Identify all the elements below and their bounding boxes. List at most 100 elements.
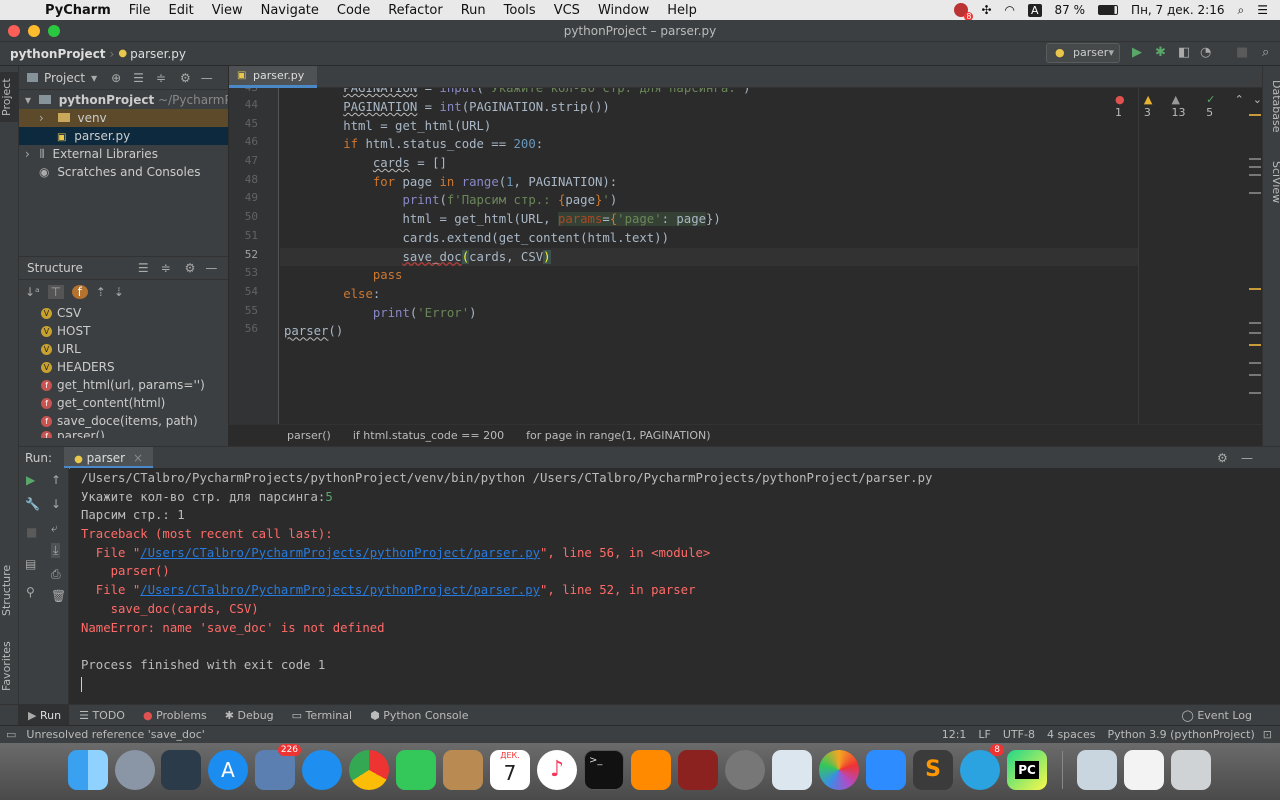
event-log-button[interactable]: ◯ Event Log (1172, 705, 1260, 726)
structure-item[interactable]: f get_html(url, params='') (19, 376, 228, 394)
structure-item[interactable]: f parser() (19, 430, 228, 438)
preview-icon[interactable]: 226 (255, 744, 301, 790)
console-caret[interactable] (81, 675, 1280, 694)
app-store-icon[interactable]: A (208, 750, 248, 790)
breadcrumb-item[interactable]: for page in range(1, PAGINATION) (526, 429, 710, 442)
traceback-file-link[interactable]: /Users/CTalbro/PycharmProjects/pythonPro… (140, 546, 540, 560)
contacts-icon[interactable] (443, 750, 483, 790)
structure-side-tab[interactable]: Structure (0, 560, 19, 620)
chevron-down-icon[interactable]: ▾ (91, 71, 97, 85)
favorites-side-tab[interactable]: Favorites (0, 636, 19, 696)
interpreter-selector[interactable]: Python 3.9 (pythonProject) (1101, 728, 1260, 741)
database-side-tab[interactable]: Database (1264, 76, 1280, 136)
battery-icon[interactable] (1098, 5, 1119, 15)
tool-tab-run[interactable]: ▶ Run (18, 704, 70, 726)
nav-file[interactable]: parser.py (130, 47, 186, 61)
sciview-side-tab[interactable]: SciView (1264, 152, 1280, 212)
down-arrow-icon[interactable]: ↓ (51, 497, 61, 511)
menu-refactor[interactable]: Refactor (379, 3, 452, 18)
collapse-all-icon[interactable]: ≑ (156, 71, 166, 85)
tree-item-venv[interactable]: › venv (19, 109, 228, 127)
coverage-icon[interactable]: ◧ (1178, 45, 1190, 60)
hide-panel-icon[interactable]: — (205, 261, 217, 275)
calendar-icon[interactable]: ДЕК. 7 (490, 750, 530, 790)
finder-icon[interactable] (68, 750, 108, 790)
run-console[interactable]: /Users/CTalbro/PycharmProjects/pythonPro… (70, 468, 1280, 704)
tree-root[interactable]: ▾ pythonProject ~/PycharmProje (19, 91, 228, 109)
menu-window[interactable]: Window (589, 3, 658, 18)
project-side-tab[interactable]: Project (0, 72, 19, 122)
tool-tab-terminal[interactable]: ▭ Terminal (282, 705, 360, 726)
gear-icon[interactable]: ⚙ (1217, 451, 1228, 465)
project-panel-title[interactable]: Project (44, 71, 85, 85)
structure-item[interactable]: f save_doce(items, path) (19, 412, 228, 430)
chrome-icon[interactable] (349, 750, 389, 790)
photo-booth-icon[interactable] (161, 750, 201, 790)
file-encoding[interactable]: UTF-8 (997, 728, 1041, 741)
facetime-icon[interactable] (396, 750, 436, 790)
scroll-to-end-icon[interactable]: ⤓ (51, 543, 61, 558)
chrome-document-icon[interactable] (1124, 750, 1164, 790)
sort-alpha-icon[interactable]: ↓ᵃ (25, 285, 40, 299)
profile-icon[interactable]: ◔ (1200, 45, 1211, 60)
breadcrumb-item[interactable]: parser() (287, 429, 331, 442)
close-icon[interactable]: × (133, 451, 143, 465)
lock-icon[interactable]: ⊡ (1261, 728, 1280, 741)
layout-icon[interactable]: ▤ (25, 557, 36, 571)
soft-wrap-icon[interactable]: ⤶ (51, 521, 58, 536)
breadcrumb-item[interactable]: if html.status_code == 200 (353, 429, 504, 442)
debug-icon[interactable]: ✱ (1155, 45, 1166, 60)
search-everywhere-icon[interactable]: ⌕ (1262, 45, 1269, 60)
accessibility-icon[interactable]: ✣ (981, 3, 991, 17)
menu-help[interactable]: Help (658, 3, 706, 18)
autoscroll-to-source-icon[interactable]: ⇡ (96, 285, 106, 299)
stop-icon[interactable]: ■ (1236, 45, 1248, 60)
control-center-icon[interactable]: ☰ (1257, 3, 1268, 17)
music-icon[interactable]: ♪ (537, 750, 577, 790)
menu-view[interactable]: View (203, 3, 252, 18)
tree-item-scratches[interactable]: ◉ Scratches and Consoles (19, 163, 228, 181)
telegram-icon[interactable]: 8 (960, 744, 1004, 790)
expand-all-icon[interactable]: ☰ (138, 261, 149, 275)
structure-item[interactable]: V CSV (19, 304, 228, 322)
editor-tab-parser-py[interactable]: ▣ parser.py × (229, 66, 317, 102)
close-window-button[interactable] (8, 25, 20, 37)
photo-booth-app-icon[interactable] (678, 750, 718, 790)
run-configuration-select[interactable]: ● parser ▾ (1046, 43, 1120, 63)
wifi-icon[interactable]: ◠ (1005, 3, 1015, 17)
zoom-icon[interactable] (866, 750, 906, 790)
collapse-all-icon[interactable]: ≑ (161, 261, 171, 275)
tree-item-parser-py[interactable]: ▣ parser.py (19, 127, 228, 145)
menu-file[interactable]: File (120, 3, 160, 18)
terminal-icon[interactable]: >_ (584, 750, 624, 790)
gear-icon[interactable]: ⚙ (185, 261, 196, 275)
preview-app-icon[interactable] (772, 750, 812, 790)
tree-item-external-libraries[interactable]: › ⫴ External Libraries (19, 145, 228, 163)
sublime-text-icon[interactable]: S (913, 750, 953, 790)
show-functions-icon[interactable]: f (71, 285, 88, 299)
tool-tab-debug[interactable]: ✱ Debug (215, 705, 282, 726)
menu-code[interactable]: Code (328, 3, 379, 18)
tool-tab-python-console[interactable]: ⬢ Python Console (360, 705, 476, 726)
zoom-window-button[interactable] (48, 25, 60, 37)
menu-vcs[interactable]: VCS (545, 3, 589, 18)
system-preferences-icon[interactable] (725, 750, 765, 790)
launchpad-icon[interactable] (115, 750, 155, 790)
python-folder-icon[interactable] (1077, 750, 1117, 790)
rerun-icon[interactable]: ▶ (26, 473, 35, 487)
indent-setting[interactable]: 4 spaces (1041, 728, 1102, 741)
safari-icon[interactable] (302, 750, 342, 790)
tool-tab-todo[interactable]: ☰ TODO (69, 705, 133, 726)
books-icon[interactable] (631, 750, 671, 790)
hide-panel-icon[interactable]: — (1241, 451, 1253, 465)
caret-position[interactable]: 12:1 (936, 728, 973, 741)
traceback-file-link[interactable]: /Users/CTalbro/PycharmProjects/pythonPro… (140, 583, 540, 597)
locate-icon[interactable]: ⊕ (111, 71, 121, 85)
structure-item[interactable]: V HEADERS (19, 358, 228, 376)
menu-tools[interactable]: Tools (495, 3, 545, 18)
expand-all-icon[interactable]: ☰ (133, 71, 144, 85)
menu-app-name[interactable]: PyCharm (36, 3, 120, 18)
pycharm-icon[interactable]: PC (1007, 750, 1047, 790)
wrench-icon[interactable]: 🔧 (25, 497, 40, 511)
show-fields-icon[interactable]: ⊤ (47, 285, 64, 299)
